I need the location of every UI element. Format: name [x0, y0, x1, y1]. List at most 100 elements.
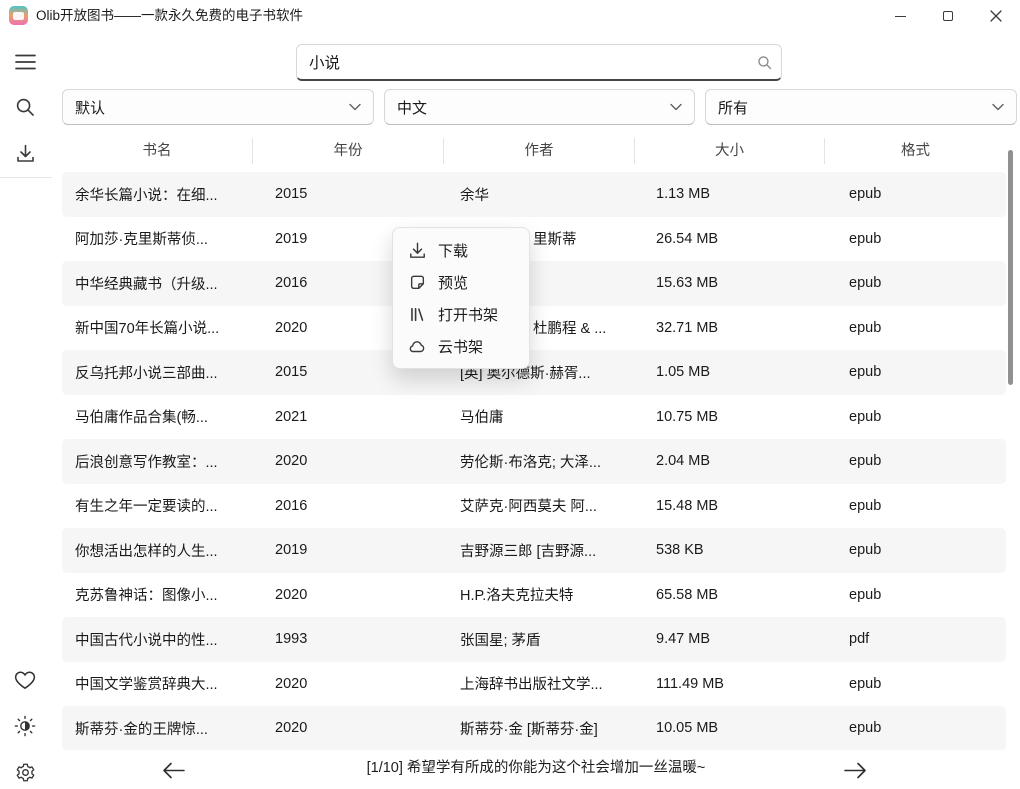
table-header-cell: 年份: [253, 138, 444, 164]
app-logo-icon: [9, 6, 28, 25]
pager-quote: [1/10] 希望学有所成的你能为这个社会增加一丝温暖~: [52, 750, 1020, 789]
cell-format: epub: [825, 320, 1006, 336]
cell-size: 9.47 MB: [635, 631, 825, 647]
cell-author: 劳伦斯·布洛克; 大泽...: [444, 451, 635, 472]
table-header-cell: 大小: [635, 138, 825, 164]
footer-bar: [1/10] 希望学有所成的你能为这个社会增加一丝温暖~: [52, 750, 1020, 789]
table-row[interactable]: 后浪创意写作教室：... 2020 劳伦斯·布洛克; 大泽... 2.04 MB…: [62, 439, 1006, 484]
cell-format: epub: [825, 676, 1006, 692]
cell-book-name: 中国古代小说中的性...: [62, 629, 253, 650]
cell-size: 1.13 MB: [635, 186, 825, 202]
cell-book-name: 后浪创意写作教室：...: [62, 451, 253, 472]
next-page-button[interactable]: [842, 760, 868, 780]
cell-format: epub: [825, 409, 1006, 425]
menu-item-download[interactable]: 下载: [393, 234, 529, 266]
table-row[interactable]: 反乌托邦小说三部曲... 2015 [英] 奥尔德斯·赫胥... 1.05 MB…: [62, 350, 1006, 395]
chevron-down-icon: [349, 103, 361, 111]
cell-book-name: 反乌托邦小说三部曲...: [62, 362, 253, 383]
bookshelf-icon: [408, 305, 426, 323]
cell-format: epub: [825, 186, 1006, 202]
table-row[interactable]: 马伯庸作品合集(畅... 2021 马伯庸 10.75 MB epub: [62, 395, 1006, 440]
dropdown-value: 所有: [718, 97, 748, 118]
table-header-row: 书名年份作者大小格式: [62, 130, 1006, 172]
search-input[interactable]: [297, 53, 747, 71]
cell-year: 2021: [253, 409, 444, 425]
sidebar-menu-button[interactable]: [12, 49, 38, 75]
cell-book-name: 余华长篇小说：在细...: [62, 184, 253, 205]
table-row[interactable]: 你想活出怎样的人生... 2019 吉野源三郎 [吉野源... 538 KB e…: [62, 528, 1006, 573]
cell-size: 15.63 MB: [635, 275, 825, 291]
cell-year: 2020: [253, 676, 444, 692]
table-header-cell: 格式: [825, 138, 1006, 164]
close-button[interactable]: [972, 0, 1020, 32]
cell-format: epub: [825, 587, 1006, 603]
table-row[interactable]: 余华长篇小说：在细... 2015 余华 1.13 MB epub: [62, 172, 1006, 217]
cell-format: epub: [825, 453, 1006, 469]
cell-year: 2020: [253, 453, 444, 469]
table-row[interactable]: 克苏鲁神话：图像小... 2020 H.P.洛夫克拉夫特 65.58 MB ep…: [62, 573, 1006, 618]
cell-format: pdf: [825, 631, 1006, 647]
cell-book-name: 阿加莎·克里斯蒂侦...: [62, 228, 253, 249]
search-icon: [15, 97, 35, 117]
download-icon: [408, 241, 426, 259]
cell-book-name: 斯蒂芬·金的王牌惊...: [62, 718, 253, 739]
cell-size: 1.05 MB: [635, 364, 825, 380]
cell-size: 10.05 MB: [635, 720, 825, 736]
minimize-button[interactable]: [876, 0, 924, 32]
search-box: [296, 44, 782, 81]
filter-dropdown-sort[interactable]: 默认: [62, 89, 374, 125]
filter-dropdown-language[interactable]: 中文: [384, 89, 695, 125]
cell-author: H.P.洛夫克拉夫特: [444, 584, 635, 605]
table-row[interactable]: 新中国70年长篇小说... 2020 杜鹏程 & ... 32.71 MB ep…: [62, 306, 1006, 351]
cell-size: 10.75 MB: [635, 409, 825, 425]
cell-format: epub: [825, 231, 1006, 247]
cell-size: 26.54 MB: [635, 231, 825, 247]
theme-brightness-icon: [14, 715, 36, 737]
sidebar-divider: [0, 177, 52, 178]
table-row[interactable]: 中华经典藏书（升级... 2016 15.63 MB epub: [62, 261, 1006, 306]
search-icon: [757, 55, 772, 70]
cell-year: 2020: [253, 587, 444, 603]
cell-format: epub: [825, 275, 1006, 291]
menu-item-preview[interactable]: 预览: [393, 266, 529, 298]
cell-book-name: 你想活出怎样的人生...: [62, 540, 253, 561]
sidebar-search-button[interactable]: [12, 94, 38, 120]
sidebar-favorites-button[interactable]: [12, 667, 38, 693]
menu-item-shelf[interactable]: 打开书架: [393, 298, 529, 330]
cell-book-name: 新中国70年长篇小说...: [62, 317, 253, 338]
cell-book-name: 有生之年一定要读的...: [62, 495, 253, 516]
dropdown-value: 中文: [397, 97, 427, 118]
cell-author: 吉野源三郎 [吉野源...: [444, 540, 635, 561]
table-row[interactable]: 阿加莎·克里斯蒂侦... 2019 里斯蒂 26.54 MB epub: [62, 217, 1006, 262]
cell-year: 2019: [253, 542, 444, 558]
heart-icon: [14, 670, 36, 690]
cell-format: epub: [825, 364, 1006, 380]
maximize-button[interactable]: [924, 0, 972, 32]
cloud-icon: [408, 337, 426, 355]
download-icon: [16, 144, 35, 163]
cell-author: 艾萨克·阿西莫夫 阿...: [444, 495, 635, 516]
vertical-scrollbar-thumb[interactable]: [1008, 150, 1013, 385]
cell-book-name: 克苏鲁神话：图像小...: [62, 584, 253, 605]
cell-format: epub: [825, 498, 1006, 514]
sidebar-theme-button[interactable]: [12, 713, 38, 739]
table-row[interactable]: 斯蒂芬·金的王牌惊... 2020 斯蒂芬·金 [斯蒂芬·金] 10.05 MB…: [62, 706, 1006, 751]
cell-author: 张国星; 茅盾: [444, 629, 635, 650]
table-row[interactable]: 有生之年一定要读的... 2016 艾萨克·阿西莫夫 阿... 15.48 MB…: [62, 484, 1006, 529]
window-controls: [876, 0, 1020, 32]
search-submit-button[interactable]: [747, 55, 781, 70]
menu-item-cloud[interactable]: 云书架: [393, 330, 529, 362]
table-row[interactable]: 中国文学鉴赏辞典大... 2020 上海辞书出版社文学... 111.49 MB…: [62, 662, 1006, 707]
table-row[interactable]: 中国古代小说中的性... 1993 张国星; 茅盾 9.47 MB pdf: [62, 617, 1006, 662]
settings-gear-icon: [15, 762, 36, 783]
chevron-down-icon: [992, 103, 1004, 111]
window-title: Olib开放图书——一款永久免费的电子书软件: [36, 0, 303, 32]
filter-dropdown-format[interactable]: 所有: [705, 89, 1017, 125]
cell-author: 马伯庸: [444, 406, 635, 427]
cell-size: 538 KB: [635, 542, 825, 558]
arrow-right-icon: [844, 762, 867, 779]
cell-size: 111.49 MB: [635, 676, 825, 692]
sidebar-settings-button[interactable]: [12, 759, 38, 785]
cell-book-name: 中华经典藏书（升级...: [62, 273, 253, 294]
sidebar-download-button[interactable]: [12, 140, 38, 166]
